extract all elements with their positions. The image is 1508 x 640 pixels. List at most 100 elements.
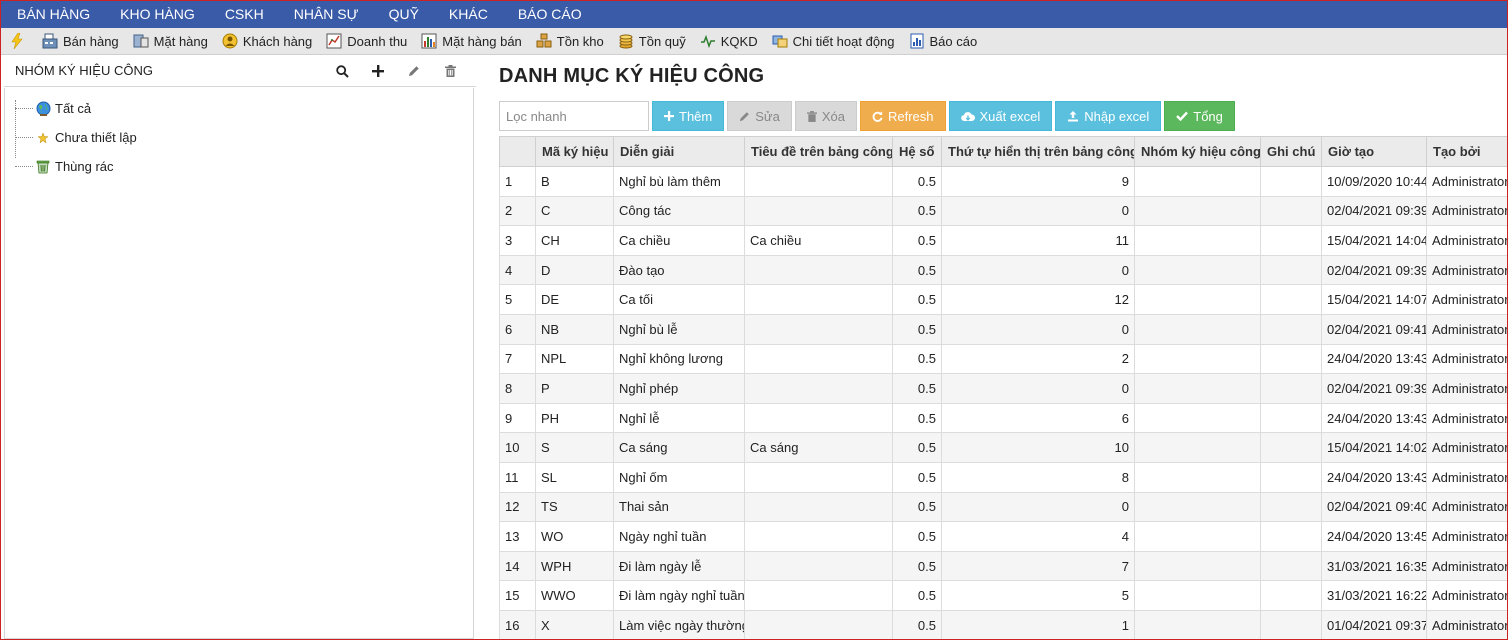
- cell-note: [1260, 491, 1322, 523]
- cell-created-time: 02/04/2021 09:41: [1321, 313, 1427, 345]
- cell-note: [1260, 343, 1322, 375]
- table-row[interactable]: 7 NPL Nghỉ không lương 0.5 2 24/04/2020 13:43…: [499, 343, 1507, 375]
- cell-index: 7: [499, 343, 536, 375]
- table-row[interactable]: 13 WO Ngày nghỉ tuần 0.5 4 24/04/2020 13:45 Ad…: [499, 521, 1507, 552]
- column-header-description[interactable]: Diễn giải: [613, 136, 745, 167]
- cell-created-time: 02/04/2021 09:39: [1321, 195, 1427, 227]
- column-header-index[interactable]: [499, 136, 536, 167]
- menu-cskh[interactable]: CSKH: [210, 1, 279, 28]
- menu-bao-cao[interactable]: BÁO CÁO: [503, 1, 597, 28]
- table-row[interactable]: 11 SL Nghỉ ốm 0.5 8 24/04/2020 13:43 Administr…: [499, 461, 1507, 493]
- lightning-icon: [9, 33, 25, 49]
- cell-description: Ngày nghỉ tuần: [613, 521, 745, 552]
- cell-code: WPH: [535, 550, 614, 582]
- column-header-created-time[interactable]: Giờ tạo: [1321, 136, 1427, 167]
- cell-created-by: Administrator: [1426, 313, 1507, 345]
- menu-nhan-su[interactable]: NHÂN SỰ: [279, 1, 374, 28]
- cell-group: [1134, 550, 1261, 582]
- cell-created-by: Administrator: [1426, 461, 1507, 493]
- column-header-timesheet-title[interactable]: Tiêu đề trên bảng công: [744, 136, 893, 167]
- import-excel-button[interactable]: Nhập excel: [1055, 101, 1162, 131]
- table-row[interactable]: 4 D Đào tạo 0.5 0 02/04/2021 09:39 Administrat…: [499, 254, 1507, 286]
- pencil-icon[interactable]: [396, 61, 432, 81]
- toolbar-bao-cao[interactable]: Báo cáo: [909, 33, 977, 49]
- table-row[interactable]: 9 PH Nghỉ lễ 0.5 6 24/04/2020 13:43 Administra…: [499, 402, 1507, 434]
- table-row[interactable]: 6 NB Nghỉ bù lễ 0.5 0 02/04/2021 09:41 Adminis…: [499, 313, 1507, 345]
- group-tree: Tất cả Chưa thiết lập Thùng rác: [5, 88, 473, 181]
- toolbar-ton-quy[interactable]: Tồn quỹ: [618, 33, 686, 49]
- toolbar-ton-kho[interactable]: Tồn kho: [536, 33, 604, 49]
- page-title: DANH MỤC KÝ HIỆU CÔNG: [499, 65, 765, 87]
- menu-ban-hang[interactable]: BÁN HÀNG: [2, 1, 105, 28]
- cell-created-by: Administrator: [1426, 373, 1507, 404]
- export-excel-button[interactable]: Xuất excel: [948, 101, 1053, 131]
- menu-kho-hang[interactable]: KHO HÀNG: [105, 1, 210, 28]
- export-excel-button-label: Xuất excel: [979, 108, 1041, 124]
- table-row[interactable]: 10 S Ca sáng Ca sáng 0.5 10 15/04/2021 14:02 Ad…: [499, 432, 1507, 463]
- cell-index: 2: [499, 195, 536, 227]
- table-row[interactable]: 16 X Làm việc ngày thường 0.5 1 01/04/2021 09…: [499, 609, 1507, 639]
- plus-icon[interactable]: [360, 61, 396, 81]
- table-row[interactable]: 5 DE Ca tối 0.5 12 15/04/2021 14:07 Administra…: [499, 284, 1507, 315]
- cell-note: [1260, 225, 1322, 256]
- column-header-note[interactable]: Ghi chú: [1260, 136, 1322, 167]
- delete-button[interactable]: Xóa: [794, 101, 857, 131]
- toolbar-mat-hang-ban[interactable]: Mặt hàng bán: [421, 33, 522, 49]
- refresh-button[interactable]: Refresh: [859, 101, 946, 131]
- cell-created-by: Administrator: [1426, 521, 1507, 552]
- toolbar-lightning[interactable]: [9, 33, 30, 49]
- tree-node-all[interactable]: Tất cả: [15, 94, 473, 123]
- cell-display-order: 0: [941, 254, 1135, 286]
- table-row[interactable]: 1 B Nghỉ bù làm thêm 0.5 9 10/09/2020 10:44 Ad…: [499, 166, 1507, 197]
- quick-filter-input[interactable]: [499, 101, 649, 131]
- cell-created-by: Administrator: [1426, 402, 1507, 434]
- cell-display-order: 0: [941, 195, 1135, 227]
- table-row[interactable]: 3 CH Ca chiều Ca chiều 0.5 11 15/04/2021 14:04…: [499, 225, 1507, 256]
- table-row[interactable]: 8 P Nghỉ phép 0.5 0 02/04/2021 09:39 Administr…: [499, 373, 1507, 404]
- cell-display-order: 7: [941, 550, 1135, 582]
- cell-code: SL: [535, 461, 614, 493]
- cell-index: 15: [499, 580, 536, 611]
- cell-created-by: Administrator: [1426, 550, 1507, 582]
- tree-node-not-set[interactable]: Chưa thiết lập: [15, 123, 473, 152]
- pencil-icon: [739, 111, 750, 122]
- tree-node-trash[interactable]: Thùng rác: [15, 152, 473, 181]
- menu-khac[interactable]: KHÁC: [434, 1, 503, 28]
- column-header-code[interactable]: Mã ký hiệu: [535, 136, 614, 167]
- table-body: 1 B Nghỉ bù làm thêm 0.5 9 10/09/2020 10:44 Ad…: [499, 166, 1507, 639]
- toolbar-chi-tiet-hoat-dong[interactable]: Chi tiết hoạt động: [772, 33, 895, 49]
- toolbar-kqkd[interactable]: KQKD: [700, 33, 758, 49]
- import-excel-button-label: Nhập excel: [1084, 108, 1150, 124]
- column-header-coefficient[interactable]: Hệ số: [892, 136, 942, 167]
- toolbar-doanh-thu[interactable]: Doanh thu: [326, 33, 407, 49]
- cell-code: TS: [535, 491, 614, 523]
- toolbar-khach-hang[interactable]: Khách hàng: [222, 33, 312, 49]
- column-header-created-by[interactable]: Tạo bởi: [1426, 136, 1507, 167]
- tree-node-label: Chưa thiết lập: [55, 130, 137, 145]
- table-row[interactable]: 14 WPH Đi làm ngày lễ 0.5 7 31/03/2021 16:35 A…: [499, 550, 1507, 582]
- toolbar-ban-hang[interactable]: Bán hàng: [42, 33, 119, 49]
- cell-group: [1134, 491, 1261, 523]
- quick-toolbar: Bán hàng Mặt hàng Khách hàng Doanh thu M…: [1, 28, 1507, 55]
- cell-code: CH: [535, 225, 614, 256]
- cell-coefficient: 0.5: [892, 313, 942, 345]
- toolbar-mat-hang[interactable]: Mặt hàng: [133, 33, 208, 49]
- trash-icon[interactable]: [432, 61, 468, 81]
- total-button[interactable]: Tổng: [1164, 101, 1235, 131]
- table-row[interactable]: 2 C Công tác 0.5 0 02/04/2021 09:39 Administra…: [499, 195, 1507, 227]
- cloud-download-icon: [960, 111, 975, 122]
- edit-button[interactable]: Sửa: [727, 101, 792, 131]
- table-row[interactable]: 12 TS Thai sản 0.5 0 02/04/2021 09:40 Administ…: [499, 491, 1507, 523]
- report-icon: [909, 33, 925, 49]
- tree-node-label: Tất cả: [55, 101, 92, 116]
- menu-quy[interactable]: QUỸ: [374, 1, 434, 28]
- search-icon[interactable]: [324, 61, 360, 81]
- cell-timesheet-title: [744, 521, 893, 552]
- table-row[interactable]: 15 WWO Đi làm ngày nghỉ tuần 0.5 5 31/03/2021…: [499, 580, 1507, 611]
- revenue-icon: [326, 33, 342, 49]
- column-header-display-order[interactable]: Thứ tự hiển thị trên bảng công: [941, 136, 1135, 167]
- activity-icon: [772, 33, 788, 49]
- column-header-group[interactable]: Nhóm ký hiệu công: [1134, 136, 1261, 167]
- cell-description: Nghỉ lễ: [613, 402, 745, 434]
- add-button[interactable]: Thêm: [652, 101, 725, 131]
